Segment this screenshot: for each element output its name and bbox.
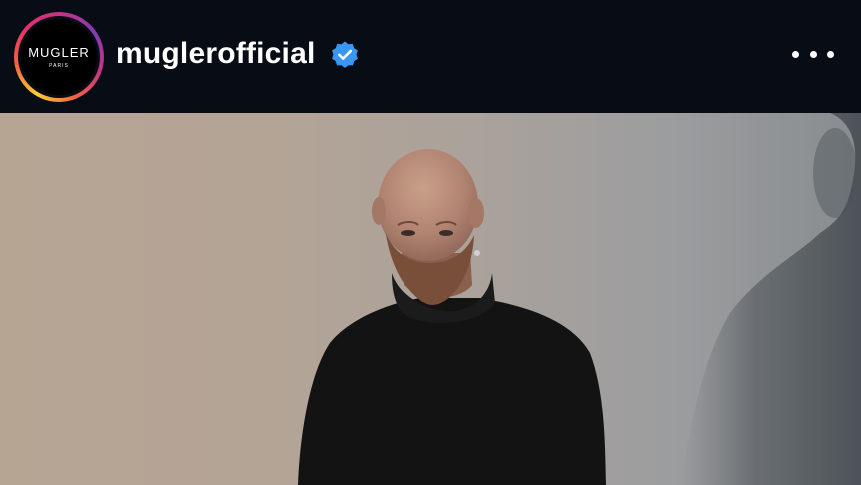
portrait-illustration	[0, 113, 861, 485]
avatar-brand-text: MUGLER	[28, 44, 90, 60]
avatar-sub-text: PARIS	[49, 62, 69, 69]
post-photo[interactable]	[0, 113, 861, 485]
avatar[interactable]: MUGLER PARIS	[21, 19, 97, 95]
username-link[interactable]: muglerofficial	[116, 34, 316, 74]
more-options-icon[interactable]	[792, 42, 834, 66]
story-ring[interactable]: MUGLER PARIS	[14, 12, 104, 102]
post-header: MUGLER PARIS muglerofficial	[0, 0, 861, 113]
verified-badge-icon	[332, 41, 358, 68]
instagram-post: MUGLER PARIS muglerofficial	[0, 0, 861, 485]
